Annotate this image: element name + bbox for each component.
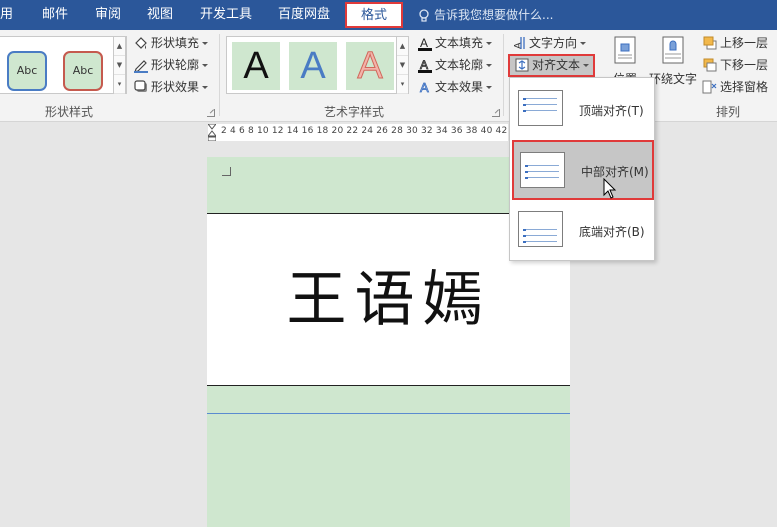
group-divider [219, 34, 220, 116]
scroll-down-icon[interactable]: ▼ [114, 56, 125, 75]
dialog-launcher-icon[interactable] [492, 109, 500, 117]
indent-marker-icon[interactable] [208, 124, 216, 141]
shape-effects-icon [133, 79, 149, 95]
align-middle-icon [520, 152, 565, 188]
chevron-down-icon [202, 42, 209, 45]
align-text-icon [514, 57, 530, 73]
pen-icon [133, 57, 149, 73]
chevron-down-icon [202, 64, 209, 67]
chevron-down-icon [486, 86, 493, 89]
ribbon: Abc Abc ▲ ▼ ▾ 形状填充 形状轮廓 形状效果 形状样式 A A A … [0, 30, 777, 122]
ribbon-tab-bar: 用 邮件 审阅 视图 开发工具 百度网盘 格式 告诉我您想要做什么... [0, 0, 777, 30]
shape-effects-button[interactable]: 形状效果 [133, 77, 209, 97]
shape-style-swatch-blue[interactable]: Abc [7, 51, 47, 91]
shape-style-gallery: Abc Abc [0, 36, 127, 94]
send-backward-button[interactable]: 下移一层 [702, 55, 768, 75]
chevron-down-icon [580, 42, 587, 45]
more-icon[interactable]: ▾ [114, 75, 125, 94]
align-text-dropdown: 顶端对齐(T) 中部对齐(M) 底端对齐(B) [509, 77, 655, 261]
send-backward-label: 下移一层 [720, 58, 769, 72]
send-backward-icon [702, 57, 718, 73]
menu-item-align-bottom-label: 底端对齐(B) [579, 225, 645, 239]
svg-text:A: A [420, 36, 428, 50]
tab-format[interactable]: 格式 [345, 2, 403, 28]
horizontal-ruler[interactable]: 2 4 6 8 10 12 14 16 18 20 22 24 26 28 30… [208, 124, 537, 141]
paint-bucket-icon [133, 35, 149, 51]
menu-item-align-middle[interactable]: 中部对齐(M) [512, 140, 654, 200]
shape-fill-label: 形状填充 [151, 36, 200, 50]
text-fill-label: 文本填充 [435, 36, 484, 50]
shape-styles-group-label: 形状样式 [45, 105, 94, 119]
wordart-style-blue[interactable]: A [289, 42, 337, 90]
shape-style-scroll[interactable]: ▲ ▼ ▾ [113, 36, 126, 94]
svg-text:A: A [420, 80, 429, 95]
more-icon[interactable]: ▾ [397, 75, 408, 94]
text-effects-label: 文本效果 [435, 80, 484, 94]
margin-corner-mark [222, 167, 231, 176]
wordart-styles-group-label: 艺术字样式 [324, 105, 385, 119]
text-fill-icon: A [417, 35, 433, 51]
selection-pane-button[interactable]: 选择窗格 [702, 77, 768, 97]
tab-mailings[interactable]: 邮件 [42, 0, 68, 30]
text-outline-label: 文本轮廓 [435, 58, 484, 72]
text-direction-label: 文字方向 [529, 36, 578, 50]
wordart-style-black[interactable]: A [232, 42, 280, 90]
bring-forward-icon [702, 35, 718, 51]
shape-style-swatch-red[interactable]: Abc [63, 51, 103, 91]
shape-outline-label: 形状轮廓 [151, 58, 200, 72]
menu-item-align-top[interactable]: 顶端对齐(T) [510, 80, 656, 140]
align-top-icon [518, 90, 563, 126]
svg-text:A: A [420, 58, 428, 72]
ruler-ticks: 2 4 6 8 10 12 14 16 18 20 22 24 26 28 30… [221, 126, 538, 136]
chevron-down-icon [486, 64, 493, 67]
chevron-down-icon [202, 86, 209, 89]
align-bottom-icon [518, 211, 563, 247]
wordart-gallery: A A A [226, 36, 409, 94]
align-text-label: 对齐文本 [532, 58, 581, 72]
tab-review[interactable]: 审阅 [95, 0, 121, 30]
shape-fill-button[interactable]: 形状填充 [133, 33, 209, 53]
arrange-group-label: 排列 [716, 105, 741, 119]
tab-baidu-netdisk[interactable]: 百度网盘 [278, 0, 330, 30]
header-divider-line [207, 413, 570, 414]
selection-pane-icon [702, 79, 718, 95]
menu-item-align-bottom[interactable]: 底端对齐(B) [510, 201, 656, 261]
text-fill-button[interactable]: A 文本填充 [417, 33, 493, 53]
bring-forward-label: 上移一层 [720, 36, 769, 50]
group-divider [503, 34, 504, 116]
svg-text:A: A [513, 42, 524, 49]
tab-view[interactable]: 视图 [147, 0, 173, 30]
bring-forward-button[interactable]: 上移一层 [702, 33, 768, 53]
chevron-down-icon [583, 64, 590, 67]
shape-outline-button[interactable]: 形状轮廓 [133, 55, 209, 75]
wrap-text-icon [662, 36, 684, 64]
wordart-scroll[interactable]: ▲ ▼ ▾ [396, 36, 409, 94]
tab-developer[interactable]: 开发工具 [200, 0, 252, 30]
text-effects-button[interactable]: A 文本效果 [417, 77, 493, 97]
dialog-launcher-icon[interactable] [207, 109, 215, 117]
wordart-style-outline[interactable]: A [346, 42, 394, 90]
tab-apply[interactable]: 用 [0, 0, 13, 30]
tell-me-box[interactable]: 告诉我您想要做什么... [418, 0, 553, 30]
text-direction-icon: A [511, 35, 527, 51]
menu-item-align-top-label: 顶端对齐(T) [579, 104, 644, 118]
text-outline-icon: A [417, 57, 433, 73]
chevron-down-icon [486, 42, 493, 45]
scroll-up-icon[interactable]: ▲ [114, 37, 125, 56]
lightbulb-icon [419, 8, 429, 22]
scroll-up-icon[interactable]: ▲ [397, 37, 408, 56]
text-effects-icon: A [417, 79, 433, 95]
align-text-button[interactable]: 对齐文本 [508, 54, 596, 77]
mouse-pointer-icon [603, 178, 617, 199]
text-direction-button[interactable]: A 文字方向 [511, 33, 587, 53]
position-icon [614, 36, 636, 64]
scroll-down-icon[interactable]: ▼ [397, 56, 408, 75]
shape-effects-label: 形状效果 [151, 80, 200, 94]
selection-pane-label: 选择窗格 [720, 80, 769, 94]
tell-me-placeholder: 告诉我您想要做什么... [434, 8, 554, 22]
text-outline-button[interactable]: A 文本轮廓 [417, 55, 493, 75]
